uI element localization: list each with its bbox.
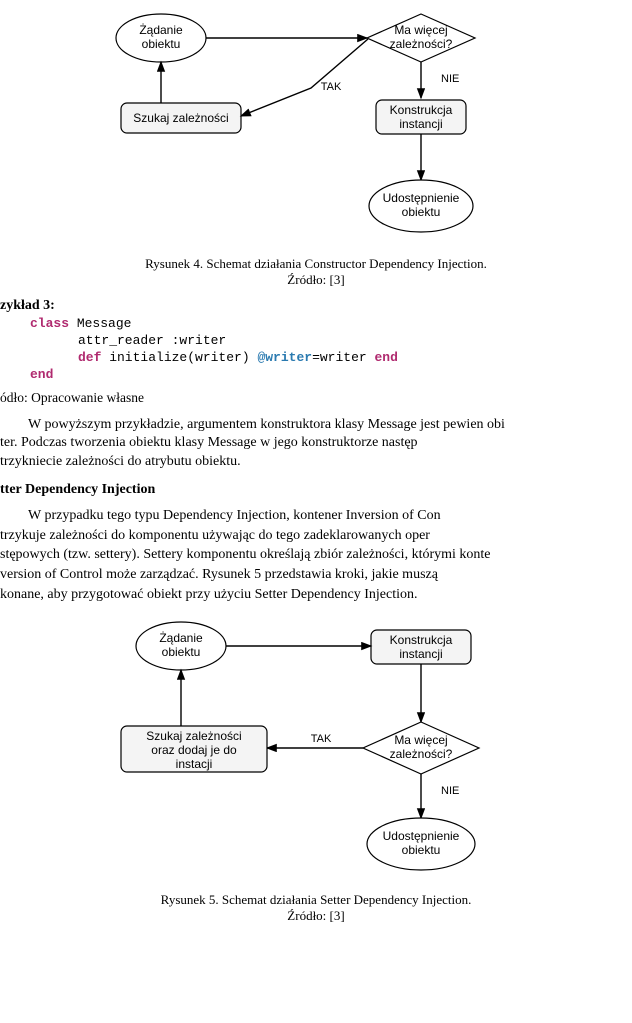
svg-text:instancji: instancji	[399, 647, 442, 661]
edge-no2: NIE	[441, 785, 459, 797]
edge-yes2: TAK	[311, 733, 332, 745]
code-block: class Message attr_reader :writer def in…	[30, 316, 632, 384]
paragraph-1: W powyższym przykładzie, argumentem kons…	[0, 416, 632, 473]
figure1-source: Źródło: [3]	[0, 272, 632, 288]
svg-text:instancji: instancji	[399, 117, 442, 131]
node-request-line2: obiektu	[142, 37, 181, 51]
svg-text:instacji: instacji	[176, 757, 213, 771]
own-source: ódło: Opracowanie własne	[0, 390, 632, 406]
svg-text:oraz dodaj je do: oraz dodaj je do	[151, 743, 237, 757]
setter-heading: tter Dependency Injection	[0, 482, 632, 498]
svg-text:zależności?: zależności?	[390, 37, 453, 51]
edge-yes-label: TAK	[321, 81, 342, 93]
svg-text:Konstrukcja: Konstrukcja	[390, 103, 453, 117]
example-heading: zykład 3:	[0, 298, 632, 314]
svg-text:Udostępnienie: Udostępnienie	[383, 191, 460, 205]
figure-constructor-di: Żądanie obiektu Ma więcej zależności? TA…	[0, 8, 632, 248]
svg-text:Ma więcej: Ma więcej	[394, 23, 447, 37]
svg-text:obiektu: obiektu	[402, 205, 441, 219]
svg-text:obiektu: obiektu	[402, 843, 441, 857]
svg-text:Konstrukcja: Konstrukcja	[390, 633, 453, 647]
svg-text:Szukaj zależności: Szukaj zależności	[146, 729, 241, 743]
figure-setter-di: Żądanie obiektu Konstrukcja instancji Ma…	[0, 614, 632, 884]
edge-no-label: NIE	[441, 73, 459, 85]
svg-text:zależności?: zależności?	[390, 747, 453, 761]
figure2-caption: Rysunek 5. Schemat działania Setter Depe…	[0, 892, 632, 908]
svg-text:Ma więcej: Ma więcej	[394, 733, 447, 747]
node-request-line1: Żądanie	[139, 23, 183, 37]
svg-text:Żądanie: Żądanie	[159, 631, 203, 645]
svg-text:obiektu: obiektu	[162, 645, 201, 659]
svg-text:Udostępnienie: Udostępnienie	[383, 829, 460, 843]
figure2-source: Źródło: [3]	[0, 908, 632, 924]
node-search-label: Szukaj zależności	[133, 111, 228, 125]
paragraph-2: W przypadku tego typu Dependency Injecti…	[0, 506, 632, 604]
figure1-caption: Rysunek 4. Schemat działania Constructor…	[0, 256, 632, 272]
